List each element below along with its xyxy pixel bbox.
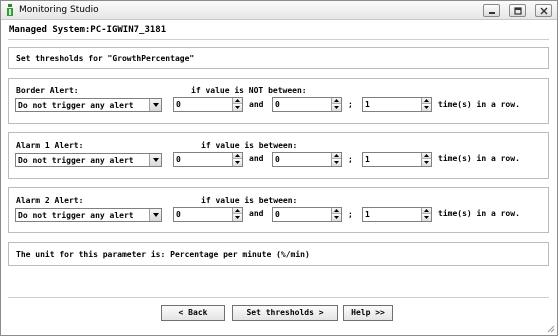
back-button-label: < Back — [178, 308, 208, 317]
alarm1-alert-label: Alarm 1 Alert: — [16, 141, 84, 150]
threshold-header-text: Set thresholds for "GrowthPercentage" — [16, 54, 195, 63]
spin-up-icon[interactable] — [233, 208, 242, 214]
spinner-buttons — [331, 208, 341, 221]
spin-down-icon[interactable] — [332, 160, 341, 166]
border-alert-panel: Border Alert: if value is NOT between: D… — [8, 78, 549, 124]
border-alert-trigger-select[interactable]: Do not trigger any alert — [15, 98, 162, 112]
spin-up-icon[interactable] — [422, 153, 431, 159]
alarm2-alert-high-value: 0 — [275, 210, 280, 219]
alarm2-alert-times-value: 1 — [365, 210, 370, 219]
maximize-icon — [514, 7, 522, 15]
alarm2-alert-low-spinner[interactable]: 0 — [173, 207, 243, 222]
alarm1-alert-low-value: 0 — [176, 155, 181, 164]
spin-down-icon[interactable] — [422, 160, 431, 166]
spinner-buttons — [421, 98, 431, 111]
border-alert-high-spinner[interactable]: 0 — [272, 97, 342, 112]
spin-down-icon[interactable] — [233, 215, 242, 221]
and-label: and — [249, 209, 264, 218]
semicolon-label: ; — [348, 155, 353, 164]
times-suffix-label: time(s) in a row. — [438, 154, 520, 163]
set-thresholds-button[interactable]: Set thresholds > — [232, 305, 338, 321]
border-alert-trigger-value: Do not trigger any alert — [18, 101, 134, 110]
spinner-buttons — [232, 153, 242, 166]
close-button[interactable] — [535, 4, 552, 17]
divider — [8, 39, 549, 40]
app-icon — [7, 4, 13, 16]
times-suffix-label: time(s) in a row. — [438, 100, 520, 109]
border-alert-times-spinner[interactable]: 1 — [362, 97, 432, 112]
resize-grip-icon[interactable] — [545, 323, 555, 333]
chevron-down-icon[interactable] — [149, 99, 161, 111]
spin-up-icon[interactable] — [233, 153, 242, 159]
border-alert-times-value: 1 — [365, 100, 370, 109]
help-button[interactable]: Help >> — [343, 305, 393, 321]
alarm2-alert-condition: if value is between: — [201, 196, 298, 205]
window-title: Monitoring Studio — [19, 5, 99, 15]
close-icon — [540, 7, 548, 15]
spinner-buttons — [232, 98, 242, 111]
spin-up-icon[interactable] — [332, 98, 341, 104]
alarm1-alert-high-value: 0 — [275, 155, 280, 164]
title-bar: Monitoring Studio — [1, 1, 557, 20]
alarm2-alert-low-value: 0 — [176, 210, 181, 219]
alarm1-alert-times-value: 1 — [365, 155, 370, 164]
alarm2-alert-label: Alarm 2 Alert: — [16, 196, 84, 205]
maximize-button[interactable] — [509, 4, 526, 17]
spin-down-icon[interactable] — [332, 105, 341, 111]
times-suffix-label: time(s) in a row. — [438, 209, 520, 218]
border-alert-label: Border Alert: — [16, 86, 79, 95]
spinner-buttons — [232, 208, 242, 221]
back-button[interactable]: < Back — [161, 305, 225, 321]
chevron-down-icon[interactable] — [149, 209, 161, 221]
spin-up-icon[interactable] — [422, 98, 431, 104]
border-alert-low-spinner[interactable]: 0 — [173, 97, 243, 112]
unit-panel: The unit for this parameter is: Percenta… — [8, 242, 549, 266]
spin-up-icon[interactable] — [332, 153, 341, 159]
and-label: and — [249, 154, 264, 163]
and-label: and — [249, 100, 264, 109]
spin-down-icon[interactable] — [233, 105, 242, 111]
alarm2-alert-high-spinner[interactable]: 0 — [272, 207, 342, 222]
alarm1-alert-high-spinner[interactable]: 0 — [272, 152, 342, 167]
semicolon-label: ; — [348, 210, 353, 219]
spinner-buttons — [331, 153, 341, 166]
border-alert-condition: if value is NOT between: — [191, 86, 307, 95]
minimize-button[interactable] — [483, 4, 500, 17]
alarm1-alert-condition: if value is between: — [201, 141, 298, 150]
alarm2-alert-trigger-value: Do not trigger any alert — [18, 211, 134, 220]
spin-up-icon[interactable] — [422, 208, 431, 214]
threshold-header-panel: Set thresholds for "GrowthPercentage" — [8, 47, 549, 69]
set-thresholds-button-label: Set thresholds > — [246, 308, 324, 317]
app-window: Monitoring Studio Managed System:PC-IGWI… — [0, 0, 558, 336]
alarm1-alert-panel: Alarm 1 Alert: if value is between: Do n… — [8, 132, 549, 179]
managed-system-label: Managed System:PC-IGWIN7_3181 — [9, 25, 167, 35]
spin-down-icon[interactable] — [332, 215, 341, 221]
spin-down-icon[interactable] — [233, 160, 242, 166]
footer-divider — [8, 297, 549, 298]
spin-down-icon[interactable] — [422, 105, 431, 111]
alarm2-alert-panel: Alarm 2 Alert: if value is between: Do n… — [8, 187, 549, 233]
unit-text: The unit for this parameter is: Percenta… — [16, 250, 310, 259]
border-alert-high-value: 0 — [275, 100, 280, 109]
spinner-buttons — [421, 208, 431, 221]
alarm2-alert-trigger-select[interactable]: Do not trigger any alert — [15, 208, 162, 222]
help-button-label: Help >> — [351, 308, 385, 317]
spin-down-icon[interactable] — [422, 215, 431, 221]
spin-up-icon[interactable] — [233, 98, 242, 104]
border-alert-low-value: 0 — [176, 100, 181, 109]
semicolon-label: ; — [348, 100, 353, 109]
spin-up-icon[interactable] — [332, 208, 341, 214]
alarm1-alert-trigger-select[interactable]: Do not trigger any alert — [15, 153, 162, 167]
alarm1-alert-trigger-value: Do not trigger any alert — [18, 156, 134, 165]
spinner-buttons — [421, 153, 431, 166]
minimize-icon — [489, 12, 495, 14]
alarm1-alert-low-spinner[interactable]: 0 — [173, 152, 243, 167]
spinner-buttons — [331, 98, 341, 111]
alarm1-alert-times-spinner[interactable]: 1 — [362, 152, 432, 167]
alarm2-alert-times-spinner[interactable]: 1 — [362, 207, 432, 222]
chevron-down-icon[interactable] — [149, 154, 161, 166]
